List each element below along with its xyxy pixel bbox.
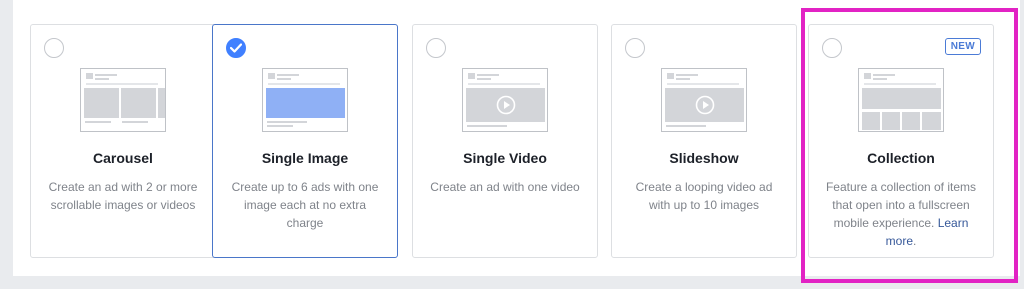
slideshow-preview-icon [661, 68, 747, 132]
carousel-preview-icon [80, 68, 166, 132]
checkmark-icon [230, 43, 242, 53]
card-description: Feature a collection of items that open … [823, 178, 979, 250]
card-title: Collection [867, 150, 935, 166]
format-card-collection[interactable]: NEW Collection Feature a collection of i… [808, 24, 994, 258]
radio-slideshow[interactable] [625, 38, 645, 58]
card-description: Create an ad with 2 or more scrollable i… [48, 180, 198, 212]
format-card-carousel[interactable]: Carousel Create an ad with 2 or more scr… [30, 24, 216, 258]
card-title: Single Video [463, 150, 547, 166]
video-preview-icon [462, 68, 548, 132]
card-title: Single Image [261, 150, 349, 166]
link-suffix: . [913, 234, 917, 248]
radio-carousel[interactable] [44, 38, 64, 58]
card-description: Create a looping video ad with up to 10 … [635, 180, 773, 212]
play-icon [496, 95, 516, 115]
play-icon [695, 95, 715, 115]
card-description: Create up to 6 ads with one image each a… [231, 180, 379, 230]
format-card-slideshow[interactable]: Slideshow Create a looping video ad with… [611, 24, 797, 258]
collection-preview-icon [858, 68, 944, 132]
format-card-single-video[interactable]: Single Video Create an ad with one video [412, 24, 598, 258]
radio-single-video[interactable] [426, 38, 446, 58]
radio-single-image[interactable] [226, 38, 246, 58]
card-description: Create an ad with one video [430, 180, 580, 194]
new-badge: NEW [944, 38, 981, 55]
single-image-preview-icon [262, 68, 348, 132]
radio-collection[interactable] [822, 38, 842, 58]
card-title: Slideshow [669, 150, 739, 166]
card-title: Carousel [93, 150, 153, 166]
format-card-single-image[interactable]: Single Image Create up to 6 ads with one… [212, 24, 398, 258]
